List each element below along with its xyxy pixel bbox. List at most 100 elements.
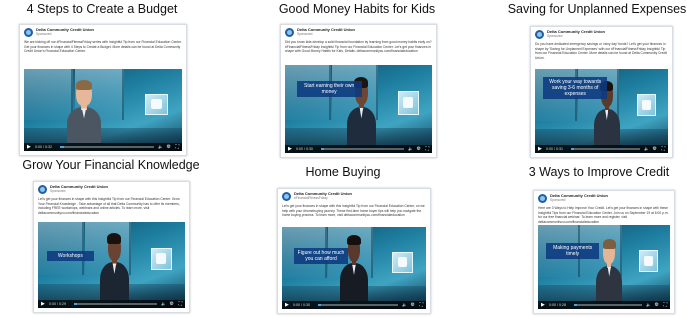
card-heading: Good Money Habits for Kids <box>278 2 436 16</box>
post-meta: Sponsored <box>550 198 566 202</box>
progress-fill <box>74 303 78 305</box>
progress-track[interactable] <box>74 303 157 305</box>
settings-icon[interactable]: ⚙ <box>655 301 659 309</box>
post-text: Do you have dedicated emergency savings … <box>535 42 667 60</box>
volume-icon[interactable]: 🔈 <box>402 301 407 309</box>
presenter <box>339 234 369 301</box>
video-time: 0:00 / 0:30 <box>293 303 310 307</box>
progress-fill <box>321 148 325 150</box>
video-time: 0:00 / 0:30 <box>296 147 313 151</box>
post-text: Let's get your finances in shape with th… <box>38 197 180 215</box>
video-time: 0:00 / 0:29 <box>49 302 66 306</box>
video-post-card[interactable]: Delta Community Credit Union Sponsored Her… <box>533 190 675 314</box>
post-text: We are kicking off our #FinancialFitness… <box>24 40 182 54</box>
settings-icon[interactable]: ⚙ <box>653 145 657 153</box>
settings-icon[interactable]: ⚙ <box>170 300 174 308</box>
play-icon[interactable]: ▶ <box>288 145 292 153</box>
wall-screen <box>397 91 419 115</box>
video-post-card[interactable]: Delta Community Credit Union Sponsored Do … <box>530 26 673 158</box>
volume-icon[interactable]: 🔈 <box>408 145 413 153</box>
volume-icon[interactable]: 🔈 <box>644 145 649 153</box>
video-post-card[interactable]: Delta Community Credit Union Sponsored Let… <box>33 181 190 313</box>
video-player[interactable]: Work your way towards saving 3-6 months … <box>535 69 668 153</box>
org-logo <box>538 194 547 203</box>
progress-track[interactable] <box>60 146 154 148</box>
fullscreen-icon[interactable]: ⛶ <box>661 145 665 153</box>
progress-track[interactable] <box>321 148 404 150</box>
post-text: Did you know kids develop a solid financ… <box>285 40 432 54</box>
video-caption: Start earning their own money <box>296 80 362 97</box>
org-logo <box>282 192 291 201</box>
post-meta: Sponsored <box>50 189 66 193</box>
wall-screen <box>636 94 657 117</box>
settings-icon[interactable]: ⚙ <box>411 301 415 309</box>
play-icon[interactable]: ▶ <box>41 300 45 308</box>
progress-fill <box>574 304 577 306</box>
video-player[interactable]: ▶ 0:00 / 0:32 🔈 ⚙ ⛶ <box>24 69 182 151</box>
fullscreen-icon[interactable]: ⛶ <box>178 300 182 308</box>
volume-icon[interactable]: 🔈 <box>646 301 651 309</box>
video-caption: Making payments timely <box>545 243 600 260</box>
presenter-hair <box>602 238 616 249</box>
presenter <box>596 238 623 301</box>
fullscreen-icon[interactable]: ⛶ <box>175 143 179 151</box>
card-heading: 3 Ways to Improve Credit <box>528 165 670 179</box>
video-controls: ▶ 0:00 / 0:30 🔈 ⚙ ⛶ <box>282 301 426 309</box>
post-meta: Sponsored <box>547 34 563 38</box>
post-header: Delta Community Credit Union #FinancialFi… <box>282 191 426 202</box>
video-controls: ▶ 0:00 / 0:29 🔈 ⚙ ⛶ <box>38 300 185 308</box>
presenter-hair <box>75 80 93 90</box>
wall-screen <box>638 250 659 273</box>
settings-icon[interactable]: ⚙ <box>167 143 171 151</box>
card-heading: Grow Your Financial Knowledge <box>22 158 200 172</box>
video-player[interactable]: Workshops ▶ 0:00 / 0:29 🔈 ⚙ ⛶ <box>38 222 185 308</box>
progress-track[interactable] <box>574 304 642 306</box>
video-post-card[interactable]: Delta Community Credit Union Sponsored We … <box>19 24 187 156</box>
presenter <box>99 233 130 300</box>
video-caption: Work your way towards saving 3-6 months … <box>542 77 608 100</box>
progress-track[interactable] <box>318 304 398 306</box>
card-heading: Saving for Unplanned Expenses <box>507 2 687 16</box>
post-meta: Sponsored <box>297 32 313 36</box>
video-player[interactable]: Start earning their own money ▶ 0:00 / 0:3… <box>285 65 432 153</box>
video-player[interactable]: Making payments timely ▶ 0:00 / 0:28 🔈 ⚙ ⛶ <box>538 225 670 309</box>
video-time: 0:00 / 0:28 <box>549 303 566 307</box>
org-logo <box>535 30 544 39</box>
wall-screen <box>145 93 168 116</box>
presenter-hair <box>347 234 361 246</box>
post-text: Here are 3 Ways to Help Improve Your Cre… <box>538 206 669 223</box>
progress-track[interactable] <box>571 148 640 150</box>
post-header: Delta Community Credit Union Sponsored <box>285 27 432 38</box>
post-header: Delta Community Credit Union Sponsored <box>38 184 185 195</box>
org-logo <box>24 28 33 37</box>
post-header: Delta Community Credit Union Sponsored <box>535 29 668 40</box>
card-heading: 4 Steps to Create a Budget <box>26 2 178 16</box>
video-caption: Figure out how much you can afford <box>293 248 349 265</box>
play-icon[interactable]: ▶ <box>541 301 545 309</box>
fullscreen-icon[interactable]: ⛶ <box>425 145 429 153</box>
video-post-card[interactable]: Delta Community Credit Union Sponsored Did… <box>280 24 437 158</box>
card-heading: Home Buying <box>305 165 381 179</box>
wall-screen <box>392 251 414 274</box>
presenter-hair <box>107 233 122 244</box>
fullscreen-icon[interactable]: ⛶ <box>419 301 423 309</box>
video-post-card[interactable]: Delta Community Credit Union #FinancialFi… <box>277 188 431 314</box>
wall-screen <box>150 247 172 271</box>
play-icon[interactable]: ▶ <box>285 301 289 309</box>
fullscreen-icon[interactable]: ⛶ <box>663 301 667 309</box>
video-player[interactable]: Figure out how much you can afford ▶ 0:00 … <box>282 227 426 309</box>
play-icon[interactable]: ▶ <box>27 143 31 151</box>
post-header: Delta Community Credit Union Sponsored <box>24 27 182 38</box>
volume-icon[interactable]: 🔈 <box>161 300 166 308</box>
presenter <box>66 80 102 143</box>
volume-icon[interactable]: 🔈 <box>158 143 163 151</box>
post-meta: #FinancialFitnessFriday <box>294 196 328 200</box>
play-icon[interactable]: ▶ <box>538 145 542 153</box>
video-time: 0:00 / 0:32 <box>35 145 52 149</box>
video-controls: ▶ 0:00 / 0:28 🔈 ⚙ ⛶ <box>538 301 670 309</box>
post-text: Let's get your finances in shape with th… <box>282 204 425 218</box>
progress-fill <box>318 304 322 306</box>
video-caption: Workshops <box>46 251 94 262</box>
settings-icon[interactable]: ⚙ <box>417 145 421 153</box>
progress-fill <box>571 148 574 150</box>
